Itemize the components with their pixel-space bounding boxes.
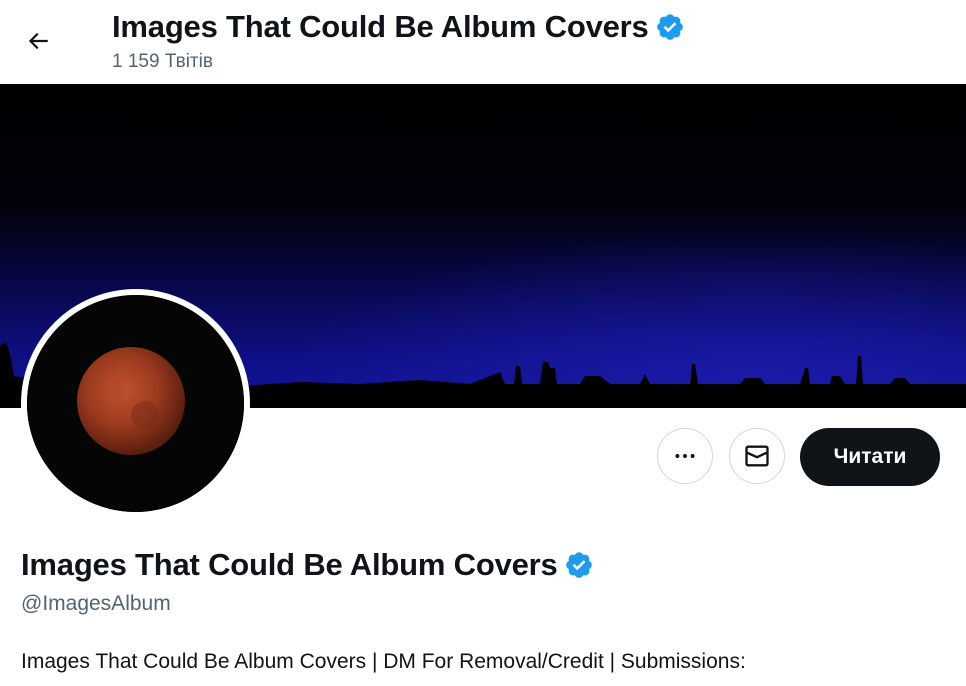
more-options-button[interactable] [657, 428, 713, 484]
more-horizontal-icon [675, 454, 695, 458]
header-title: Images That Could Be Album Covers [112, 9, 649, 44]
verified-badge-icon [655, 12, 685, 42]
profile-bio: Images That Could Be Album Covers | DM F… [21, 650, 746, 673]
verified-badge-icon [564, 550, 594, 580]
profile-name: Images That Could Be Album Covers [21, 547, 558, 582]
profile-handle: @ImagesAlbum [21, 592, 171, 615]
arrow-left-icon [28, 32, 48, 50]
follow-button[interactable]: Читати [800, 428, 940, 486]
header-title-block: Images That Could Be Album Covers 1 159 … [112, 8, 685, 74]
avatar [27, 295, 244, 512]
profile-name-row: Images That Could Be Album Covers [21, 545, 594, 585]
top-header: Images That Could Be Album Covers 1 159 … [0, 0, 966, 84]
tweet-count: 1 159 Твітів [112, 51, 213, 72]
mail-icon [745, 445, 769, 467]
back-button[interactable] [14, 21, 62, 61]
avatar-frame[interactable] [21, 289, 250, 518]
message-button[interactable] [729, 428, 785, 484]
